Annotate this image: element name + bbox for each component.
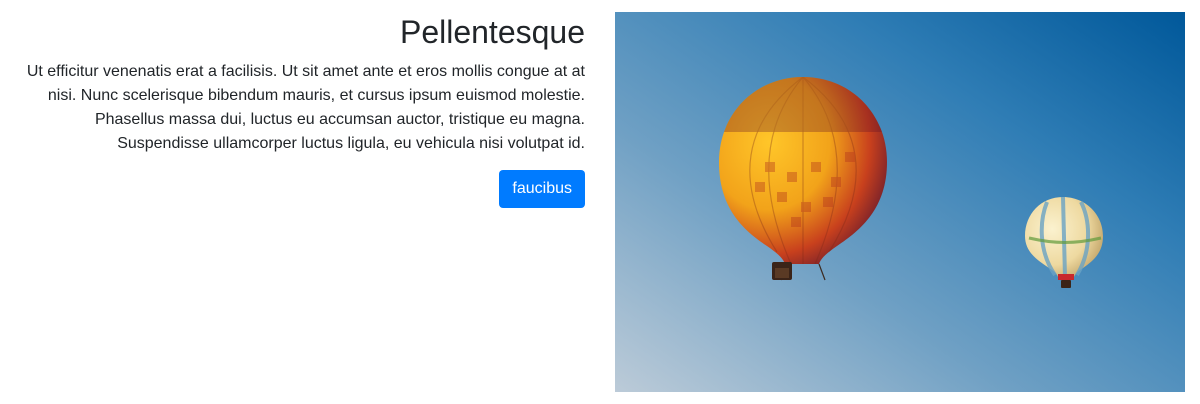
body-paragraph: Ut efficitur venenatis erat a facilisis.… bbox=[26, 63, 585, 152]
content-column: Pellentesque Ut efficitur venenatis erat… bbox=[0, 0, 585, 208]
page-title: Pellentesque bbox=[399, 14, 585, 50]
hot-air-balloons-image bbox=[615, 12, 1185, 392]
balloons-illustration bbox=[615, 12, 1185, 392]
faucibus-button[interactable]: faucibus bbox=[499, 170, 585, 208]
